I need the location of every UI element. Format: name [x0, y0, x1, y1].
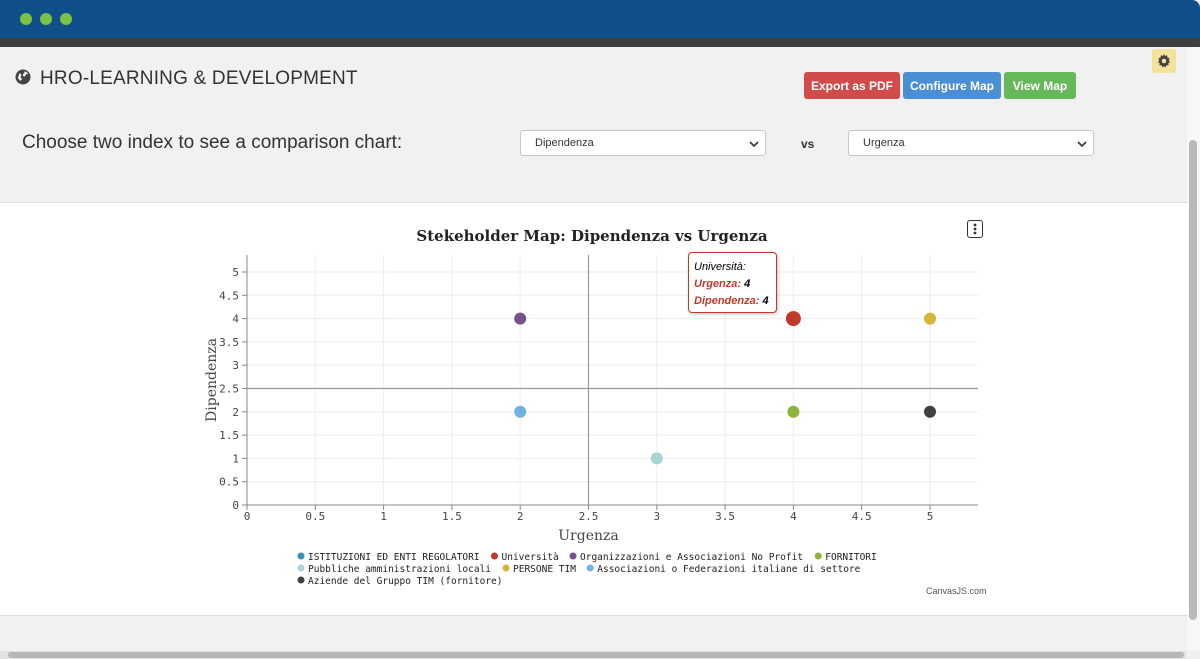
x-tick-label: 4.5 — [852, 510, 872, 523]
vs-label: vs — [801, 137, 815, 151]
tooltip-x-value: 4 — [744, 278, 751, 290]
x-tick-label: 0 — [244, 510, 251, 523]
tooltip-x-label: Urgenza: — [694, 278, 742, 290]
y-axis-label: Dipendenza — [204, 338, 220, 422]
index-b-select[interactable]: Urgenza — [848, 130, 1094, 156]
tooltip-y-label: Dipendenza: — [694, 295, 760, 307]
index-a-select[interactable]: Dipendenza — [520, 130, 766, 156]
x-tick-label: 5 — [927, 510, 934, 523]
chevron-down-icon — [1077, 141, 1087, 148]
data-point — [514, 405, 527, 418]
window-titlebar — [0, 0, 1200, 38]
y-tick-label: 4 — [232, 313, 239, 326]
vertical-scrollbar-thumb[interactable] — [1189, 140, 1197, 620]
legend-label: Aziende del Gruppo TIM (fornitore) — [308, 576, 502, 587]
top-divider-bar — [0, 38, 1200, 47]
x-tick-label: 1.5 — [442, 510, 462, 523]
chart-tooltip: Università: Urgenza: 4 Dipendenza: 4 — [688, 252, 777, 313]
globe-icon — [15, 69, 31, 85]
x-tick-label: 0.5 — [305, 510, 325, 523]
y-tick-label: 5 — [232, 266, 239, 279]
legend-marker — [586, 564, 594, 572]
x-tick-label: 1 — [380, 510, 387, 523]
settings-button[interactable] — [1152, 49, 1176, 73]
page-title: HRO-LEARNING & DEVELOPMENT — [40, 68, 358, 89]
tooltip-y-value: 4 — [762, 295, 769, 307]
index-a-select-value: Dipendenza — [535, 137, 594, 149]
window-minimize-dot[interactable] — [40, 13, 52, 25]
legend-label: Pubbliche amministrazioni locali — [308, 564, 491, 575]
y-tick-label: 1 — [232, 452, 239, 465]
legend-label: FORNITORI — [825, 552, 876, 563]
gear-icon — [1157, 54, 1171, 68]
menu-icon — [973, 223, 977, 235]
legend-label: ISTITUZIONI ED ENTI REGOLATORI — [308, 552, 480, 563]
chart-container: Stekeholder Map: Dipendenza vs Urgenza 0 0… — [200, 218, 985, 598]
data-point — [924, 312, 936, 325]
x-tick-label: 2.5 — [579, 510, 599, 523]
legend-marker — [491, 552, 498, 560]
stakeholder-scatter-chart: Stekeholder Map: Dipendenza vs Urgenza0 0… — [204, 227, 978, 587]
x-tick-label: 2 — [517, 510, 524, 523]
configure-map-button[interactable]: Configure Map — [903, 72, 1001, 99]
legend-label: PERSONE TIM — [513, 564, 576, 575]
legend-marker — [297, 576, 305, 584]
export-pdf-button[interactable]: Export as PDF — [804, 72, 900, 99]
y-tick-label: 3 — [232, 359, 239, 372]
legend-marker — [297, 552, 305, 560]
x-tick-label: 4 — [790, 510, 797, 523]
data-point — [787, 405, 800, 418]
legend-marker — [297, 564, 305, 572]
window-close-dot[interactable] — [20, 13, 32, 25]
x-axis-label: Urgenza — [558, 528, 618, 544]
data-point — [650, 452, 663, 465]
window-maximize-dot[interactable] — [60, 13, 72, 25]
data-point — [514, 312, 527, 325]
y-tick-label: 3.5 — [219, 336, 239, 349]
chart-menu-button[interactable] — [967, 220, 983, 238]
app-window: HRO-LEARNING & DEVELOPMENT Export as PDF… — [0, 0, 1200, 659]
legend-marker — [814, 552, 822, 560]
index-b-select-value: Urgenza — [863, 137, 905, 149]
y-tick-label: 4.5 — [219, 289, 239, 302]
y-tick-label: 1.5 — [219, 429, 239, 442]
data-point — [924, 405, 936, 418]
chevron-down-icon — [749, 141, 759, 148]
comparison-prompt: Choose two index to see a comparison cha… — [22, 132, 403, 153]
horizontal-scrollbar-thumb[interactable] — [8, 652, 1184, 658]
y-tick-label: 2 — [232, 406, 239, 419]
chart-credit: CanvasJS.com — [926, 586, 987, 596]
legend-label: Università — [502, 552, 559, 563]
chart-title: Stekeholder Map: Dipendenza vs Urgenza — [416, 227, 767, 245]
y-tick-label: 2.5 — [219, 383, 239, 396]
legend-marker — [569, 552, 577, 560]
legend-label: Associazioni o Federazioni italiane di s… — [597, 564, 860, 575]
legend-label: Organizzazioni e Associazioni No Profit — [580, 552, 803, 563]
legend-marker — [502, 564, 510, 572]
y-tick-label: 0 — [232, 499, 239, 512]
data-point — [785, 311, 801, 327]
y-tick-label: 0.5 — [219, 476, 239, 489]
view-map-button[interactable]: View Map — [1004, 72, 1076, 99]
x-tick-label: 3 — [653, 510, 660, 523]
x-tick-label: 3.5 — [715, 510, 735, 523]
tooltip-series-name: Università: — [694, 261, 746, 273]
